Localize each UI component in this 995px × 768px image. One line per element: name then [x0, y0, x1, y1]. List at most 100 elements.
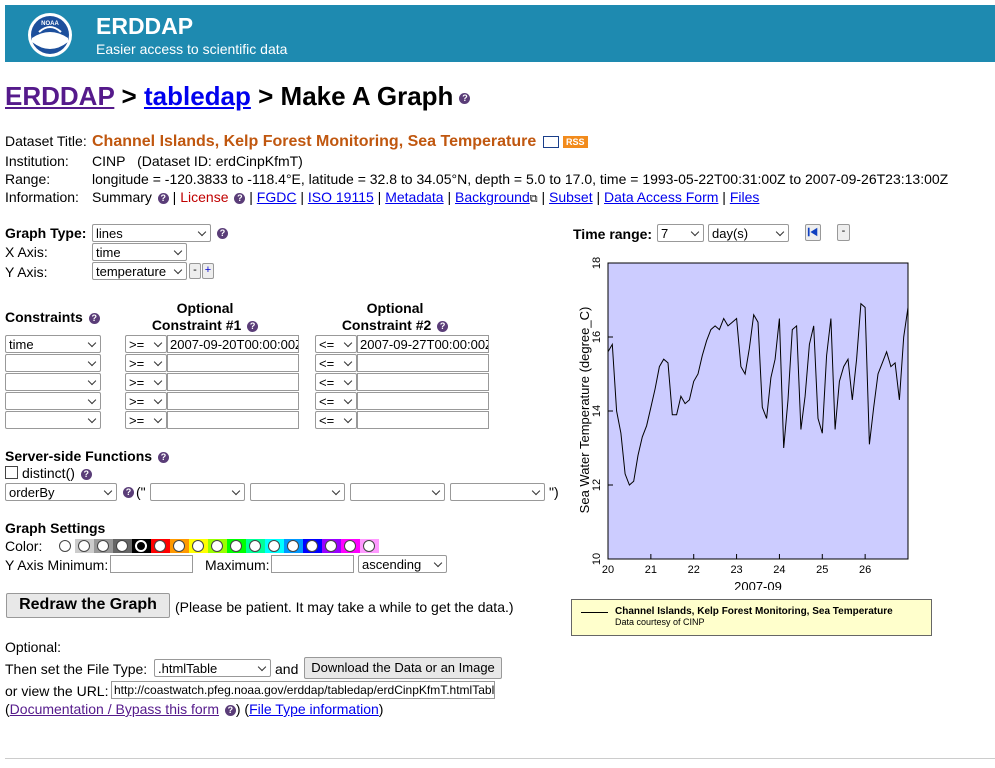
- constraint-variable-select[interactable]: [5, 354, 101, 372]
- color-swatch[interactable]: [284, 539, 303, 553]
- color-swatch[interactable]: [56, 539, 75, 553]
- constraint-variable-select[interactable]: [5, 411, 101, 429]
- x-tick-label: 26: [859, 564, 871, 576]
- breadcrumb-erddap-link[interactable]: ERDDAP: [5, 81, 114, 111]
- orderby-variable-1-select[interactable]: [150, 483, 245, 501]
- page-title: Make A Graph: [280, 81, 454, 111]
- constraint-variable-select[interactable]: [5, 373, 101, 391]
- help-icon[interactable]: ?: [157, 192, 169, 204]
- constraint-1-value-input[interactable]: 2007-09-20T00:00:00Z: [167, 335, 299, 353]
- rss-icon[interactable]: RSS: [563, 136, 588, 149]
- constraint-variable-select[interactable]: [5, 392, 101, 410]
- url-input[interactable]: http://coastwatch.pfeg.noaa.gov/erddap/t…: [111, 681, 495, 699]
- distinct-checkbox[interactable]: [5, 466, 18, 479]
- download-data-button[interactable]: Download the Data or an Image: [304, 657, 502, 679]
- color-swatch[interactable]: [75, 539, 94, 553]
- constraint-1-value-input[interactable]: [167, 411, 299, 429]
- time-range-value-select[interactable]: 7: [657, 224, 704, 242]
- y-axis-minus-button[interactable]: -: [189, 263, 201, 279]
- y-axis-plus-button[interactable]: +: [202, 263, 214, 279]
- constraint-2-operator-select[interactable]: <=: [315, 335, 357, 353]
- color-swatch[interactable]: [151, 539, 170, 553]
- constraint-2-value-input[interactable]: [357, 373, 489, 391]
- constraint-1-value-input[interactable]: [167, 354, 299, 372]
- help-icon[interactable]: ?: [88, 312, 100, 324]
- summary-text[interactable]: Summary: [92, 189, 152, 205]
- y-axis-order-select[interactable]: ascending: [358, 555, 447, 573]
- time-range-unit-select[interactable]: day(s): [708, 224, 789, 242]
- constraint-2-operator-select[interactable]: <=: [315, 354, 357, 372]
- constraint-1-value-input[interactable]: [167, 392, 299, 410]
- file-type-info-link[interactable]: File Type information: [249, 701, 379, 717]
- redraw-note: (Please be patient. It may take a while …: [175, 599, 514, 615]
- iso-19115-link[interactable]: ISO 19115: [308, 189, 374, 205]
- constraint-2-operator-select[interactable]: <=: [315, 411, 357, 429]
- constraint-1-operator-select[interactable]: >=: [125, 392, 167, 410]
- breadcrumb-tabledap-link[interactable]: tabledap: [144, 81, 251, 111]
- orderby-variable-3-select[interactable]: [350, 483, 445, 501]
- file-type-select[interactable]: .htmlTable: [154, 659, 271, 677]
- help-icon[interactable]: ?: [80, 468, 92, 480]
- constraint-2-value-input[interactable]: 2007-09-27T00:00:00Z: [357, 335, 489, 353]
- graph-type-select[interactable]: lines: [92, 224, 211, 242]
- color-swatch[interactable]: [341, 539, 360, 553]
- time-range-minus-button[interactable]: -: [837, 224, 850, 241]
- orderby-select[interactable]: orderBy: [5, 483, 117, 501]
- temperature-chart: 1012141618 20 21 22 23 24 25 26 Sea Water Temp…: [577, 257, 909, 590]
- constraint-1-value-input[interactable]: [167, 373, 299, 391]
- y-tick-label: 16: [591, 331, 603, 343]
- files-link[interactable]: Files: [730, 189, 760, 205]
- color-swatch[interactable]: [360, 539, 379, 553]
- help-icon[interactable]: ?: [217, 228, 228, 239]
- subset-link[interactable]: Subset: [549, 189, 593, 205]
- orderby-variable-4-select[interactable]: [450, 483, 545, 501]
- constraint-2-operator-select[interactable]: <=: [315, 373, 357, 391]
- y-axis-maximum-input[interactable]: [271, 555, 354, 573]
- help-icon[interactable]: ?: [224, 704, 236, 716]
- constraint-2-operator-select[interactable]: <=: [315, 392, 357, 410]
- help-icon[interactable]: ?: [459, 92, 471, 104]
- orderby-variable-2-select[interactable]: [250, 483, 345, 501]
- metadata-link[interactable]: Metadata: [385, 189, 443, 205]
- data-access-form-link[interactable]: Data Access Form: [604, 189, 718, 205]
- help-icon[interactable]: ?: [247, 320, 259, 332]
- color-swatch[interactable]: [170, 539, 189, 553]
- help-icon[interactable]: ?: [437, 320, 449, 332]
- color-swatch[interactable]: [208, 539, 227, 553]
- color-swatch[interactable]: [246, 539, 265, 553]
- y-axis-select[interactable]: temperature: [92, 262, 187, 280]
- documentation-link[interactable]: Documentation / Bypass this form: [10, 701, 219, 717]
- constraint-variable-select[interactable]: time: [5, 335, 101, 353]
- x-axis-select[interactable]: time: [92, 243, 187, 261]
- constraint-1-operator-select[interactable]: >=: [125, 411, 167, 429]
- constraint-1-header-line2: Constraint #1: [151, 317, 242, 333]
- color-swatch[interactable]: [94, 539, 113, 553]
- constraint-1-operator-select[interactable]: >=: [125, 373, 167, 391]
- help-icon[interactable]: ?: [234, 192, 246, 204]
- noaa-logo-icon[interactable]: NOAA: [27, 12, 73, 58]
- fgdc-link[interactable]: FGDC: [257, 189, 297, 205]
- background-link[interactable]: Background: [455, 189, 530, 205]
- color-swatch[interactable]: [132, 539, 151, 553]
- color-swatch[interactable]: [265, 539, 284, 553]
- constraint-1-operator-select[interactable]: >=: [125, 335, 167, 353]
- color-swatch[interactable]: [113, 539, 132, 553]
- color-swatch[interactable]: [303, 539, 322, 553]
- license-text[interactable]: License: [180, 189, 228, 205]
- email-icon[interactable]: [543, 136, 560, 149]
- constraint-2-value-input[interactable]: [357, 354, 489, 372]
- constraint-2-value-input[interactable]: [357, 392, 489, 410]
- color-swatch[interactable]: [227, 539, 246, 553]
- color-swatch[interactable]: [189, 539, 208, 553]
- orderby-close-paren: "): [549, 484, 559, 500]
- help-icon[interactable]: ?: [123, 487, 134, 498]
- help-icon[interactable]: ?: [157, 451, 169, 463]
- y-axis-minimum-input[interactable]: [110, 555, 193, 573]
- redraw-graph-button[interactable]: Redraw the Graph: [6, 593, 170, 618]
- constraint-1-operator-select[interactable]: >=: [125, 354, 167, 372]
- constraint-2-value-input[interactable]: [357, 411, 489, 429]
- dataset-title-row: Dataset Title: Channel Islands, Kelp Fore…: [5, 133, 588, 151]
- time-back-button[interactable]: [805, 224, 821, 241]
- color-swatch[interactable]: [322, 539, 341, 553]
- radio-icon: [59, 540, 71, 552]
